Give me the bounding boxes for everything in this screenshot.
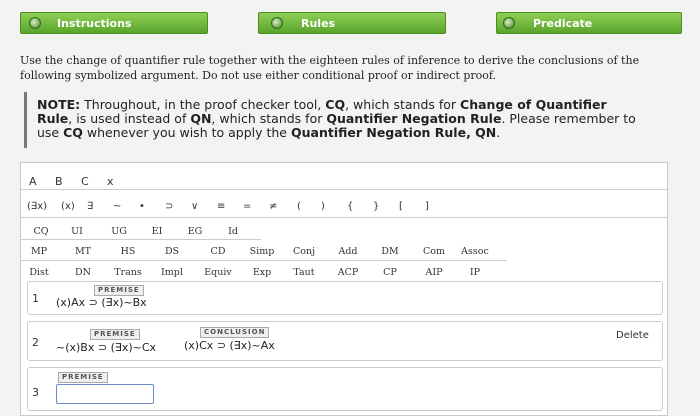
tab-predicate-label: Predicate <box>533 16 593 30</box>
rule-ug-button[interactable]: UG <box>105 226 133 237</box>
letter-c-button[interactable]: C <box>81 175 89 188</box>
divider <box>21 239 261 240</box>
rule-ui-button[interactable]: UI <box>63 226 91 237</box>
triple-bar-button[interactable]: ≡ <box>217 201 225 212</box>
note-b3: QN <box>190 111 212 126</box>
symbols-row: (∃x) (x) ∃ ~ • ⊃ ∨ ≡ = ≠ ( ) { } [ ] <box>21 195 667 217</box>
horseshoe-button[interactable]: ⊃ <box>165 201 173 212</box>
divider <box>21 260 507 261</box>
instructions-text: Use the change of quantifier rule togeth… <box>20 54 640 82</box>
rule-mp-button[interactable]: MP <box>23 246 55 257</box>
rule-acp-button[interactable]: ACP <box>331 267 365 278</box>
rule-ds-button[interactable]: DS <box>155 246 189 257</box>
tab-instructions-label: Instructions <box>57 16 132 30</box>
exists-button[interactable]: ∃ <box>87 201 93 212</box>
conclusion-formula: (x)Cx ⊃ (∃x)~Ax <box>184 339 275 352</box>
rule-trans-button[interactable]: Trans <box>111 267 145 278</box>
letters-row: A B C x <box>21 169 667 191</box>
open-paren-button[interactable]: ( <box>297 201 301 212</box>
letter-b-button[interactable]: B <box>55 175 63 188</box>
line-number: 3 <box>32 386 39 399</box>
note-t6: whenever you wish to apply the <box>82 125 291 140</box>
rule-aip-button[interactable]: AIP <box>417 267 451 278</box>
rule-dist-button[interactable]: Dist <box>23 267 55 278</box>
tilde-button[interactable]: ~ <box>113 201 121 212</box>
exists-x-button[interactable]: (∃x) <box>27 201 47 212</box>
tab-rules-label: Rules <box>301 16 336 30</box>
rule-cq-button[interactable]: CQ <box>27 226 55 237</box>
not-equals-button[interactable]: ≠ <box>269 201 277 212</box>
premise-formula: ~(x)Bx ⊃ (∃x)~Cx <box>56 341 157 354</box>
note-lead: NOTE: <box>37 97 81 112</box>
close-paren-button[interactable]: ) <box>321 201 325 212</box>
open-brace-button[interactable]: { <box>347 201 353 212</box>
rule-impl-button[interactable]: Impl <box>155 267 189 278</box>
note-box: NOTE: Throughout, in the proof checker t… <box>24 92 636 148</box>
rule-mt-button[interactable]: MT <box>67 246 99 257</box>
rule-dn-button[interactable]: DN <box>67 267 99 278</box>
premise-formula: (x)Ax ⊃ (∃x)~Bx <box>56 296 147 309</box>
rule-assoc-button[interactable]: Assoc <box>457 246 493 257</box>
letter-a-button[interactable]: A <box>29 175 37 188</box>
rule-ip-button[interactable]: IP <box>457 267 493 278</box>
line-number: 1 <box>32 292 39 305</box>
proof-line-1: 1 PREMISE (x)Ax ⊃ (∃x)~Bx <box>27 281 663 315</box>
gear-icon <box>271 17 283 29</box>
rule-exp-button[interactable]: Exp <box>245 267 279 278</box>
premise-tag: PREMISE <box>94 285 144 296</box>
proof-checker: A B C x (∃x) (x) ∃ ~ • ⊃ ∨ ≡ = ≠ ( ) { }… <box>20 162 668 416</box>
close-bracket-button[interactable]: ] <box>425 201 429 212</box>
tab-instructions[interactable]: Instructions <box>20 12 208 34</box>
wedge-button[interactable]: ∨ <box>191 201 198 212</box>
divider <box>21 189 667 190</box>
equals-button[interactable]: = <box>243 201 251 212</box>
rule-hs-button[interactable]: HS <box>111 246 145 257</box>
delete-button[interactable]: Delete <box>616 330 649 341</box>
rule-ei-button[interactable]: EI <box>143 226 171 237</box>
check-icon <box>503 17 515 29</box>
dot-button[interactable]: • <box>139 201 145 212</box>
note-t7: . <box>496 125 501 140</box>
premise-input[interactable] <box>56 384 154 404</box>
note-t4: , which stands for <box>211 111 327 126</box>
tab-rules[interactable]: Rules <box>258 12 446 34</box>
proof-line-2: 2 PREMISE ~(x)Bx ⊃ (∃x)~Cx CONCLUSION (x… <box>27 321 663 361</box>
rule-simp-button[interactable]: Simp <box>245 246 279 257</box>
rule-conj-button[interactable]: Conj <box>287 246 321 257</box>
note-t1: Throughout, in the proof checker tool, <box>80 97 326 112</box>
top-tabs: Instructions Rules Predicate <box>20 12 682 34</box>
rule-equiv-button[interactable]: Equiv <box>201 267 235 278</box>
rule-eg-button[interactable]: EG <box>181 226 209 237</box>
rule-dm-button[interactable]: DM <box>373 246 407 257</box>
premise-tag: PREMISE <box>90 329 140 340</box>
forall-x-button[interactable]: (x) <box>61 201 75 212</box>
note-b1: CQ <box>325 97 346 112</box>
close-brace-button[interactable]: } <box>373 201 379 212</box>
rule-com-button[interactable]: Com <box>417 246 451 257</box>
rule-cd-button[interactable]: CD <box>201 246 235 257</box>
gear-icon <box>29 17 41 29</box>
note-b6: Quantifier Negation Rule, QN <box>290 125 497 140</box>
note-b5: CQ <box>63 125 83 140</box>
line-number: 2 <box>32 336 39 349</box>
note-t3: , is used instead of <box>68 111 191 126</box>
rule-id-button[interactable]: Id <box>219 226 247 237</box>
rule-taut-button[interactable]: Taut <box>287 267 321 278</box>
divider <box>21 217 667 218</box>
note-b4: Quantifier Negation Rule <box>326 111 502 126</box>
proof-line-3: 3 PREMISE <box>27 367 663 411</box>
rule-add-button[interactable]: Add <box>331 246 365 257</box>
note-t2: , which stands for <box>345 97 461 112</box>
rule-cp-button[interactable]: CP <box>373 267 407 278</box>
tab-predicate[interactable]: Predicate <box>496 12 682 34</box>
premise-tag: PREMISE <box>58 372 108 383</box>
open-bracket-button[interactable]: [ <box>399 201 403 212</box>
letter-x-button[interactable]: x <box>107 175 114 188</box>
conclusion-tag: CONCLUSION <box>200 327 270 338</box>
